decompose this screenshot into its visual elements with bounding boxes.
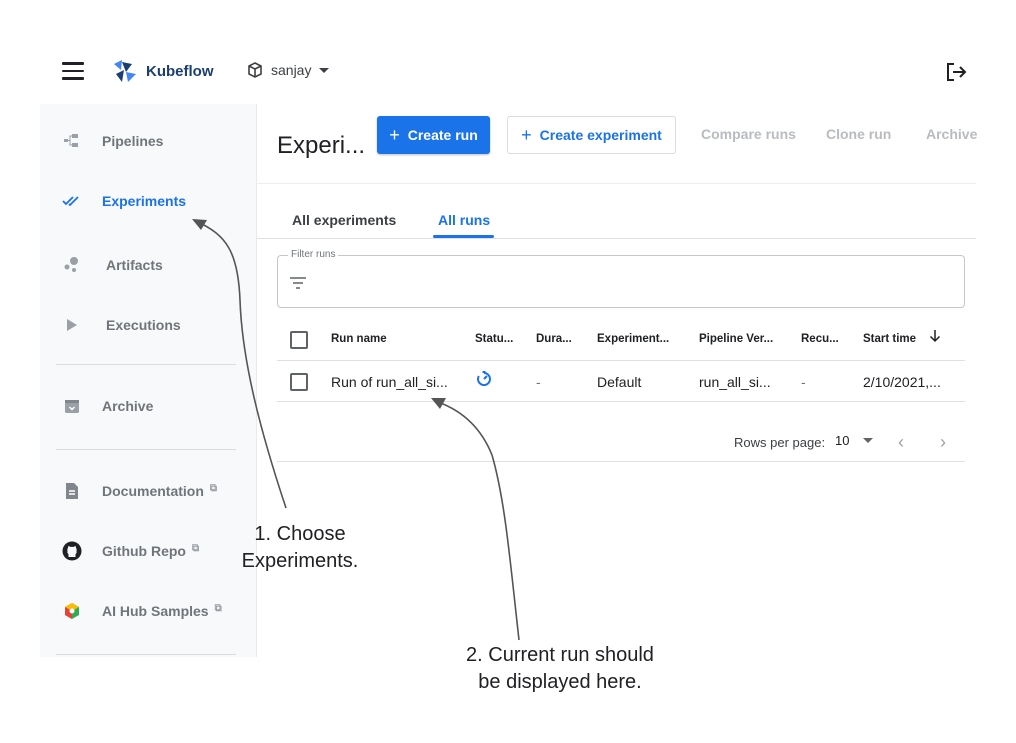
annotation-step-2: 2. Current run should be displayed here. (430, 642, 690, 696)
annotation-arrowhead-experiments (192, 219, 207, 230)
annotation-step-2-line-1: 2. Current run should (466, 644, 654, 666)
annotation-step-1-line-2: Experiments. (241, 550, 359, 572)
annotation-arrows (192, 219, 520, 641)
annotation-arrow-run (437, 401, 520, 641)
annotation-step-2-line-2: be displayed here. (478, 671, 642, 693)
annotation-arrow-experiments (197, 221, 287, 509)
annotation-step-1: 1. Choose Experiments. (225, 521, 375, 575)
annotation-step-1-line-1: 1. Choose (254, 523, 346, 545)
